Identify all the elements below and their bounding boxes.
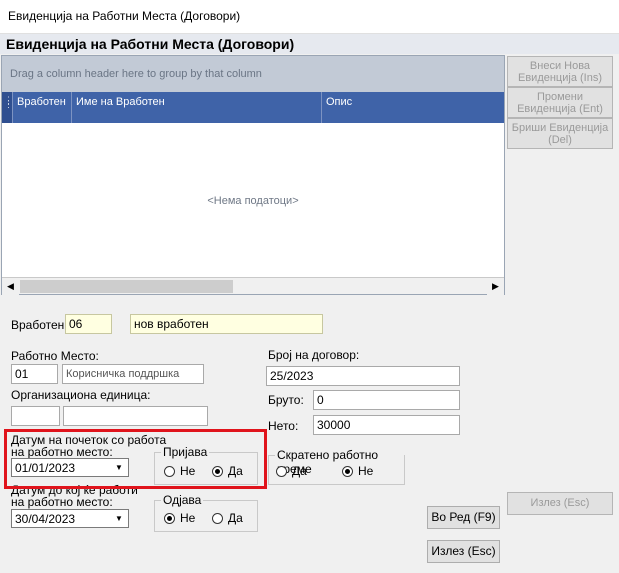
grid-empty-text: <Нема податоци>: [207, 195, 299, 207]
workplace-code-field[interactable]: 01: [11, 364, 58, 384]
contract-number-label: Број на договор:: [268, 348, 360, 362]
deregistration-yes-radio[interactable]: [212, 513, 223, 524]
short-time-no-label: Не: [358, 464, 374, 478]
deregistration-yes-label: Да: [228, 511, 243, 525]
end-date-value: 30/04/2023: [15, 512, 76, 526]
scroll-thumb[interactable]: [20, 280, 233, 293]
org-unit-label: Организациона единица:: [11, 388, 151, 402]
employee-label: Вработен: [11, 318, 65, 332]
net-field[interactable]: 30000: [313, 415, 460, 435]
short-time-yes-radio[interactable]: [276, 466, 287, 477]
column-header-employee-name[interactable]: Име на Вработен: [72, 92, 322, 123]
gross-label: Бруто:: [268, 393, 304, 407]
org-unit-name-field[interactable]: [63, 406, 208, 426]
scroll-left-icon[interactable]: ◀: [2, 278, 19, 295]
highlight-box: [4, 429, 267, 489]
column-header-employee[interactable]: Вработен: [13, 92, 72, 123]
deregistration-no-label: Не: [180, 511, 196, 525]
contract-number-field[interactable]: 25/2023: [266, 366, 460, 386]
workplace-label: Работно Место:: [11, 349, 99, 363]
deregistration-no-radio[interactable]: [164, 513, 175, 524]
horizontal-scrollbar[interactable]: ◀ ▶: [2, 277, 504, 295]
grid-column-header: ⋮ ⋮ Вработен Име на Вработен Опис: [2, 92, 504, 123]
end-date-picker[interactable]: 30/04/2023 ▼: [11, 509, 129, 528]
window-titlebar: Евиденција на Работни Места (Договори): [0, 0, 619, 34]
exit-disabled-button[interactable]: Излез (Esc): [507, 492, 613, 515]
form-header: Евиденција на Работни Места (Договори): [0, 34, 619, 54]
short-time-group: Скратено работно време Да Не: [268, 448, 405, 485]
window-title: Евиденција на Работни Места (Договори): [8, 9, 241, 23]
employee-id-field[interactable]: 06: [65, 314, 112, 334]
records-grid[interactable]: Drag a column header here to group by th…: [1, 55, 505, 295]
net-label: Нето:: [268, 419, 299, 433]
add-record-button[interactable]: Внеси Нова Евиденција (Ins): [507, 56, 613, 87]
employee-name-field[interactable]: нов вработен: [130, 314, 323, 334]
ok-button[interactable]: Во Ред (F9): [427, 506, 500, 529]
deregistration-group-title: Одјава: [161, 493, 204, 507]
group-by-panel[interactable]: Drag a column header here to group by th…: [2, 56, 504, 92]
short-time-yes-label: Да: [292, 464, 307, 478]
gross-field[interactable]: 0: [313, 390, 460, 410]
workplace-name-field[interactable]: Корисничка поддршка: [62, 364, 204, 384]
edit-record-button[interactable]: Промени Евиденција (Ent): [507, 87, 613, 118]
column-header-description[interactable]: Опис: [322, 92, 504, 123]
delete-record-button[interactable]: Бриши Евиденција (Del): [507, 118, 613, 149]
deregistration-group: Одјава Не Да: [154, 493, 258, 532]
chevron-down-icon[interactable]: ▼: [111, 511, 127, 526]
exit-button[interactable]: Излез (Esc): [427, 540, 500, 563]
scroll-right-icon[interactable]: ▶: [487, 278, 504, 295]
org-unit-code-field[interactable]: [11, 406, 60, 426]
end-date-label-line2: на работно место:: [11, 495, 113, 509]
short-time-no-radio[interactable]: [342, 466, 353, 477]
row-selector-icon[interactable]: ⋮ ⋮: [2, 92, 13, 123]
